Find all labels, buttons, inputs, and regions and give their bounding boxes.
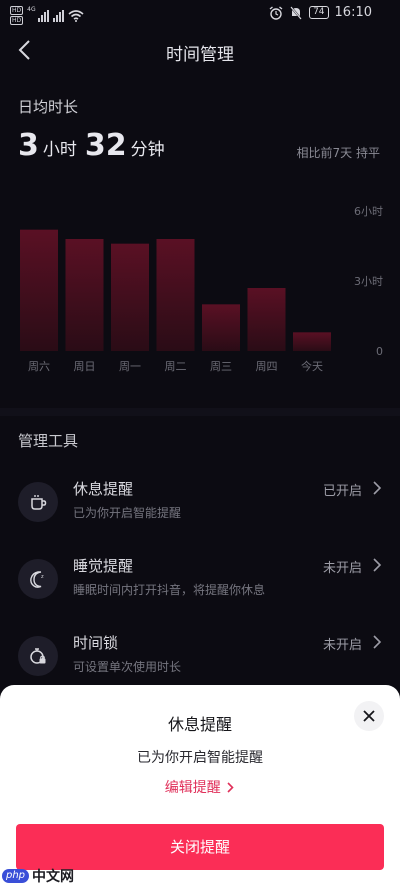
- chevron-right-icon: [227, 782, 234, 793]
- section-divider: [0, 408, 400, 416]
- x-tick-label: 周日: [74, 360, 96, 373]
- status-right: 74 16:10: [269, 5, 372, 20]
- mute-icon: [290, 5, 302, 20]
- coffee-cup-icon: [18, 482, 58, 522]
- watermark-text: 中文网: [32, 869, 75, 885]
- chevron-right-icon: [373, 558, 382, 572]
- x-tick-label: 周四: [256, 360, 278, 373]
- rest-reminder-sheet: 休息提醒 已为你开启智能提醒 编辑提醒 关闭提醒: [0, 685, 400, 888]
- page-title: 时间管理: [166, 45, 234, 65]
- hd-icon: HD HD: [10, 6, 24, 25]
- clock: 16:10: [334, 5, 372, 20]
- tool-desc: 可设置单次使用时长: [73, 660, 182, 674]
- tool-title: 时间锁: [73, 634, 119, 652]
- tool-status: 未开启: [322, 638, 362, 653]
- watermark-logo: php: [2, 869, 30, 883]
- tool-status: 未开启: [322, 561, 362, 576]
- daily-average-value: 3 小时 32 分钟: [18, 128, 169, 163]
- tool-status: 已开启: [322, 484, 362, 499]
- usage-bar-chart: 6小时 3小时 0 周六 周日 周一 周二 周三 周四 今天: [20, 205, 383, 373]
- sheet-description: 已为你开启智能提醒: [137, 750, 263, 766]
- bar-周六: [20, 229, 58, 351]
- moon-icon: z: [18, 559, 58, 599]
- signal-icon-2: [52, 9, 64, 22]
- hours-value: 3: [18, 128, 39, 163]
- edit-reminder-label: 编辑提醒: [164, 780, 221, 796]
- bar-今天: [293, 332, 331, 351]
- header: 时间管理: [0, 30, 400, 74]
- wifi-icon: [68, 9, 84, 22]
- close-icon[interactable]: [354, 701, 384, 731]
- x-tick-label: 周三: [210, 360, 232, 373]
- hours-unit: 小时: [42, 140, 77, 160]
- timer-lock-icon: [18, 636, 58, 676]
- chevron-right-icon: [373, 481, 382, 495]
- tool-item-sleep-reminder[interactable]: z 睡觉提醒 睡眠时间内打开抖音，将提醒你休息 未开启: [0, 551, 400, 621]
- tool-title: 睡觉提醒: [73, 557, 134, 575]
- status-bar: HD HD 4G 74 16:10: [0, 0, 400, 30]
- svg-text:z: z: [41, 574, 44, 580]
- bar-周日: [65, 239, 104, 351]
- tool-desc: 睡眠时间内打开抖音，将提醒你休息: [73, 583, 266, 597]
- bar-周二: [156, 239, 195, 351]
- status-left: HD HD 4G: [10, 6, 84, 25]
- sheet-title: 休息提醒: [167, 715, 232, 734]
- bar-周三: [202, 304, 240, 351]
- network-type: 4G: [27, 6, 36, 13]
- x-tick-label: 周二: [165, 360, 187, 373]
- x-tick-label: 今天: [301, 359, 323, 373]
- x-tick-label: 周一: [119, 360, 141, 373]
- chevron-right-icon: [373, 635, 382, 649]
- minutes-unit: 分钟: [130, 140, 165, 160]
- tool-title: 休息提醒: [73, 480, 134, 498]
- y-tick-label: 6小时: [354, 205, 383, 218]
- tool-item-rest-reminder[interactable]: 休息提醒 已为你开启智能提醒 已开启: [0, 474, 400, 544]
- x-tick-label: 周六: [28, 360, 50, 373]
- comparison-text: 相比前7天 持平: [296, 146, 380, 160]
- tool-desc: 已为你开启智能提醒: [73, 506, 182, 520]
- close-reminder-button[interactable]: 关闭提醒: [16, 824, 384, 870]
- y-tick-label: 3小时: [354, 275, 383, 288]
- signal-icon: [37, 9, 49, 22]
- tools-section-title: 管理工具: [18, 432, 79, 450]
- minutes-value: 32: [84, 128, 127, 163]
- daily-average-label: 日均时长: [18, 98, 79, 116]
- bar-周一: [111, 243, 149, 351]
- watermark: php 中文网: [2, 866, 74, 886]
- alarm-icon: [269, 5, 283, 20]
- y-tick-label: 0: [376, 345, 383, 358]
- bar-周四: [247, 288, 286, 351]
- battery-icon: 74: [309, 6, 329, 19]
- edit-reminder-link[interactable]: 编辑提醒: [0, 777, 400, 797]
